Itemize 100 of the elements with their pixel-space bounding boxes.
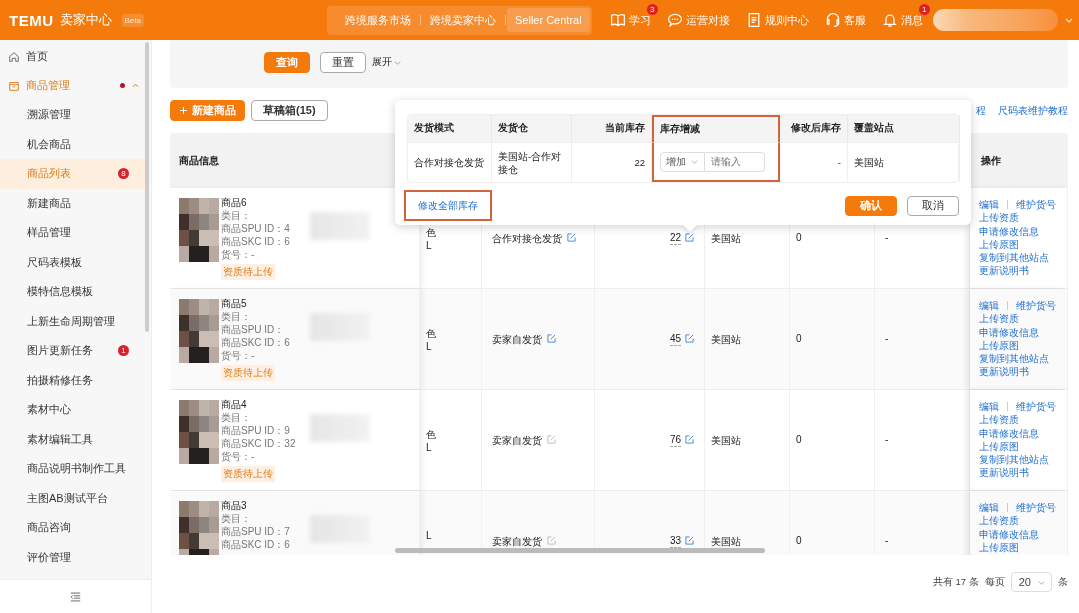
action-link[interactable]: 申请修改信息 [979,426,1039,440]
sidebar-item[interactable]: 模特信息模板 [0,277,147,307]
table-cell-text: 卖家自发货 [492,333,542,347]
sidebar-item[interactable]: 上新生命周期管理 [0,306,147,336]
status-tag: 资质待上传 [221,365,275,381]
action-link[interactable]: 编辑 [979,501,999,515]
collapse-menu-icon[interactable] [70,591,81,602]
quantity-input[interactable]: 请输入 [705,151,765,172]
sidebar-item[interactable]: 商品管理 [0,71,151,100]
edit-icon[interactable] [547,536,556,545]
action-link[interactable]: 申请修改信息 [979,224,1039,238]
product-detail: 商品SPU ID：7 [221,525,290,538]
table-cell: 22 [634,156,645,169]
table-cell: 0 [796,333,802,344]
action-link[interactable]: 上传原图 [979,338,1019,353]
edit-icon[interactable] [685,334,694,343]
product-detail: 商品SPU ID：9 [221,424,290,437]
sidebar-item[interactable]: 新建商品 [0,188,147,218]
cancel-button[interactable]: 取消 [907,195,959,216]
table-cell: 0 [796,434,802,445]
page-size-unit: 条 [1058,575,1068,589]
table-cell-text: 色 [426,428,437,441]
action-link[interactable]: 上传原图 [979,439,1019,454]
edit-icon[interactable] [547,334,556,343]
action-link[interactable]: 复制到其他站点 [979,251,1049,265]
sidebar-item[interactable]: 样品管理 [0,218,147,248]
table-cell: 美国站 [711,435,741,446]
action-link[interactable]: 维护货号 [1016,198,1056,212]
sidebar-item[interactable]: 溯源管理 [0,100,147,130]
action-link[interactable]: 更新说明书 [979,365,1029,379]
sidebar-item[interactable]: 尺码表模板 [0,247,147,277]
table-cell-text: L [426,340,433,353]
stock-link[interactable]: 76 [669,434,681,447]
edit-icon[interactable] [685,233,694,242]
edit-icon[interactable] [567,233,576,242]
sidebar-item[interactable]: 主图AB测试平台 [0,483,147,513]
sidebar-item[interactable]: 评价管理 [0,542,147,572]
edit-icon[interactable] [685,536,694,545]
action-link[interactable]: 上传资质 [979,211,1019,225]
sidebar-item[interactable]: 商品咨询 [0,513,147,543]
stock-link[interactable]: 22 [669,232,681,245]
table-cell: - [885,232,889,243]
action-link[interactable]: 上传原图 [979,237,1019,252]
table-cell: 合作对接仓发货 [414,156,484,169]
action-link[interactable]: 维护货号 [1016,501,1056,515]
table-cell: 美国站 [711,233,741,244]
edit-icon[interactable] [685,435,694,444]
bulk-edit-link[interactable]: 修改全部库存 [418,200,478,211]
toolbar-link[interactable]: 运营对接 [685,12,730,28]
action-link[interactable]: 维护货号 [1016,400,1056,414]
action-link[interactable]: 上传资质 [979,312,1019,326]
action-link[interactable]: 更新说明书 [979,466,1029,480]
filter-button[interactable]: 重置 [320,51,366,73]
action-link[interactable]: 复制到其他站点 [979,453,1049,467]
sidebar-item[interactable]: 拍摄精修任务 [0,365,147,395]
sidebar-item[interactable]: 图片更新任务 1 [0,336,147,366]
action-link[interactable]: 申请修改信息 [979,527,1039,541]
action-link[interactable]: 维护货号 [1016,299,1056,313]
action-link[interactable]: 上传资质 [979,413,1019,427]
headset-icon[interactable] [824,12,841,28]
book-icon[interactable] [609,12,626,28]
filter-button[interactable]: 查询 [264,51,310,73]
logo[interactable]: TEMU [9,11,54,29]
toolbar-link[interactable]: 学习 [628,12,651,28]
status-tag: 资质待上传 [221,466,275,482]
drafts-button[interactable]: 草稿箱(15) [251,100,328,121]
edit-icon[interactable] [547,435,556,444]
sidebar-item[interactable]: 素材中心 [0,395,147,425]
chevron-down-icon [690,157,699,166]
action-link[interactable]: 编辑 [979,198,999,212]
box-icon [8,79,20,92]
column-header: 覆盖站点 [848,115,960,142]
action-link[interactable]: 申请修改信息 [979,325,1039,339]
bell-icon[interactable] [881,12,898,28]
scrollbar[interactable] [395,548,765,553]
tutorial-link[interactable]: 尺码表维护教程 [998,103,1068,118]
toolbar-link[interactable]: 客服 [843,12,866,28]
chat-icon[interactable] [666,12,683,28]
action-link[interactable]: 复制到其他站点 [979,352,1049,366]
scrollbar[interactable] [145,42,149,332]
expand-toggle[interactable]: 展开 [372,55,392,69]
create-product-button[interactable]: 新建商品 [170,100,245,121]
toolbar-link[interactable]: 消息 [900,12,923,28]
table-cell: - [885,535,889,546]
action-link[interactable]: 编辑 [979,400,999,414]
home-icon [8,50,20,63]
action-link[interactable]: 上传资质 [979,514,1019,528]
count-badge: 1 [918,4,930,15]
sidebar-item[interactable]: 素材编辑工具 [0,424,147,454]
sidebar-item[interactable]: 商品说明书制作工具 [0,454,147,484]
tutorial-link[interactable]: 程 [976,103,986,118]
sidebar-item[interactable]: 首页 [0,42,151,71]
confirm-button[interactable]: 确认 [845,195,897,216]
action-link[interactable]: 上传原图 [979,540,1019,555]
stock-link[interactable]: 45 [669,333,681,346]
sidebar-item[interactable]: 机会商品 [0,129,147,159]
toolbar-link[interactable]: 规则中心 [764,12,809,28]
action-link[interactable]: 编辑 [979,299,999,313]
page-size-select[interactable]: 20 [1010,572,1052,592]
action-link[interactable]: 更新说明书 [979,264,1029,278]
